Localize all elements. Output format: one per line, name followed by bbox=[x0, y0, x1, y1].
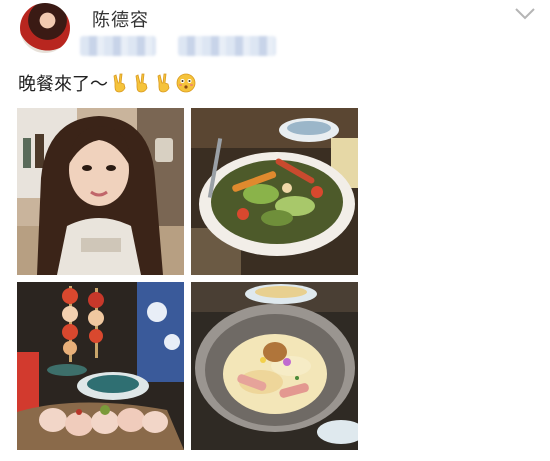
weibo-post: 陈德容 晚餐來了～ bbox=[0, 0, 550, 461]
victory-hand-emoji bbox=[154, 73, 174, 93]
victory-hand-emoji bbox=[132, 73, 152, 93]
author-name[interactable]: 陈德容 bbox=[92, 6, 149, 32]
salad-photo[interactable] bbox=[191, 108, 358, 275]
risotto-photo[interactable] bbox=[191, 282, 358, 450]
skewers-photo[interactable] bbox=[17, 282, 184, 450]
post-text: 晚餐來了～ bbox=[18, 70, 196, 96]
avatar[interactable] bbox=[20, 3, 70, 53]
post-text-body: 晚餐來了～ bbox=[18, 74, 108, 95]
selfie-photo[interactable] bbox=[17, 108, 184, 275]
chevron-down-icon[interactable] bbox=[514, 6, 536, 22]
post-source-blurred bbox=[178, 36, 276, 56]
flushed-face-emoji bbox=[176, 73, 196, 93]
post-meta-blurred bbox=[80, 36, 156, 56]
victory-hand-emoji bbox=[110, 73, 130, 93]
